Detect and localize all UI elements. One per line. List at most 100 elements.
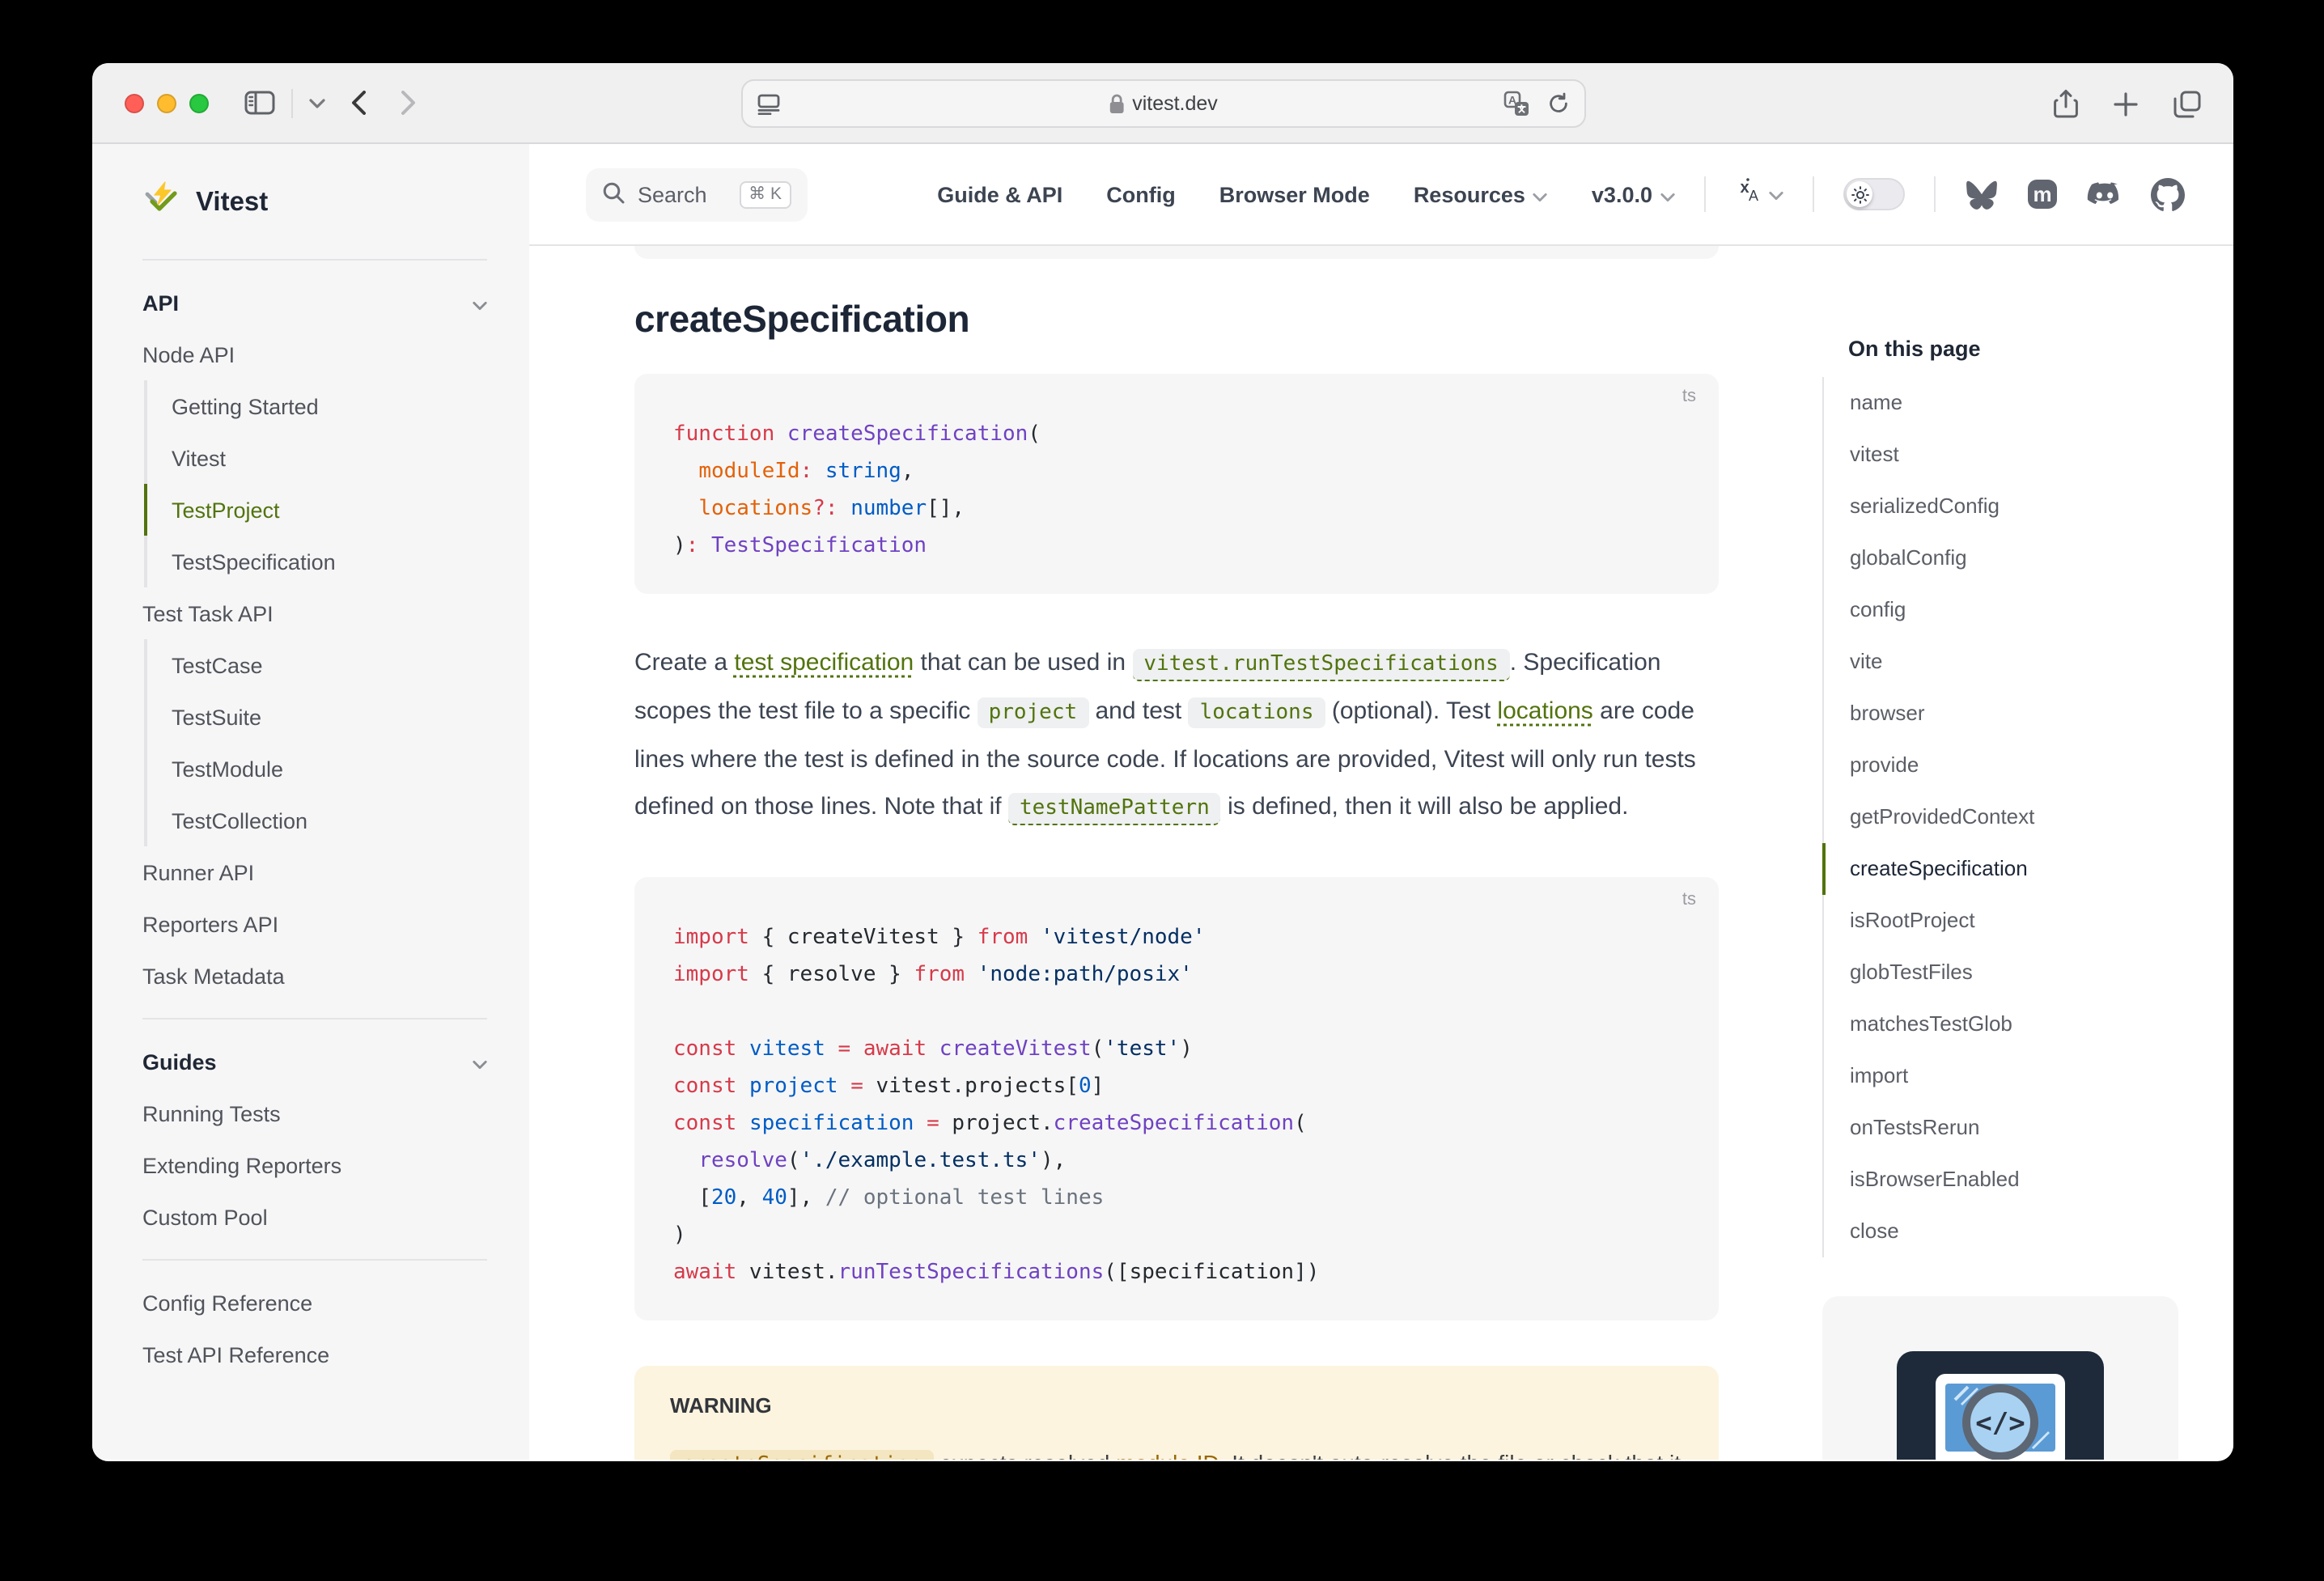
code-line: import { resolve } from 'node:path/posix… xyxy=(673,956,1680,994)
toc-item-import[interactable]: import xyxy=(1822,1050,2178,1102)
share-button[interactable] xyxy=(2054,89,2078,118)
toc-item-close[interactable]: close xyxy=(1822,1206,2178,1257)
link-locations[interactable]: locations xyxy=(1497,697,1592,725)
search-shortcut-badge: ⌘ K xyxy=(739,180,791,208)
toc-item-config[interactable]: config xyxy=(1822,584,2178,636)
nav-link-v3-0-0[interactable]: v3.0.0 xyxy=(1592,182,1675,206)
sidebar-item-guides[interactable]: Guides xyxy=(142,1036,487,1087)
link-module-id[interactable]: module ID xyxy=(1116,1450,1219,1460)
svg-text:x: x xyxy=(1740,179,1749,197)
mastodon-icon[interactable]: m xyxy=(2026,178,2059,210)
toc-item-matchestestglob[interactable]: matchesTestGlob xyxy=(1822,998,2178,1050)
sidebar-menu-chevron-icon[interactable] xyxy=(309,98,325,108)
sidebar-divider xyxy=(142,1259,487,1261)
sidebar-item-task-metadata[interactable]: Task Metadata xyxy=(142,950,487,1002)
svg-text:m: m xyxy=(2033,182,2051,206)
tab-overview-button[interactable] xyxy=(2173,90,2201,117)
bluesky-icon[interactable] xyxy=(1965,179,1999,210)
sponsor-card[interactable]: </> xyxy=(1822,1296,2178,1460)
sidebar-item-testmodule[interactable]: TestModule xyxy=(144,743,487,795)
code-line: locations?: number[], xyxy=(673,490,1680,528)
navbar-divider xyxy=(1934,176,1936,212)
toc-item-provide[interactable]: provide xyxy=(1822,740,2178,791)
close-window-button[interactable] xyxy=(125,93,144,112)
toc-item-browser[interactable]: browser xyxy=(1822,688,2178,740)
inline-code-createspecification: createSpecification xyxy=(670,1450,933,1460)
sidebar-item-test-api-reference[interactable]: Test API Reference xyxy=(142,1329,487,1380)
nav-link-label: v3.0.0 xyxy=(1592,182,1652,206)
sidebar-item-testcase[interactable]: TestCase xyxy=(144,639,487,691)
theme-toggle[interactable] xyxy=(1843,178,1905,210)
sidebar-item-vitest[interactable]: Vitest xyxy=(144,432,487,484)
sidebar-item-testsuite[interactable]: TestSuite xyxy=(144,691,487,743)
sidebar-item-label: Test API Reference xyxy=(142,1342,329,1367)
link-test-specification[interactable]: test specification xyxy=(734,649,914,676)
social-links: m xyxy=(1965,177,2185,211)
nav-link-resources[interactable]: Resources xyxy=(1414,182,1548,206)
forward-button[interactable] xyxy=(401,91,416,115)
sidebar-item-testcollection[interactable]: TestCollection xyxy=(144,795,487,846)
sidebar-item-label: Task Metadata xyxy=(142,964,285,988)
sidebar-item-reporters-api[interactable]: Reporters API xyxy=(142,898,487,950)
sidebar-item-test-task-api[interactable]: Test Task API xyxy=(142,587,487,639)
code-link-vitest-runtestspecifications[interactable]: vitest.runTestSpecifications xyxy=(1132,649,1509,681)
reader-options-icon[interactable] xyxy=(757,93,781,114)
toc-item-vitest[interactable]: vitest xyxy=(1822,429,2178,481)
code-line: const vitest = await createVitest('test'… xyxy=(673,1031,1680,1068)
sidebar-item-label: TestCollection xyxy=(172,808,307,833)
github-icon[interactable] xyxy=(2151,177,2185,211)
toc-item-ontestsrerun[interactable]: onTestsRerun xyxy=(1822,1102,2178,1154)
sidebar-toggle-button[interactable] xyxy=(244,91,275,115)
inline-code-locations: locations xyxy=(1189,697,1325,728)
sidebar-item-runner-api[interactable]: Runner API xyxy=(142,846,487,898)
nav-link-guide-api[interactable]: Guide & API xyxy=(937,182,1062,206)
discord-icon[interactable] xyxy=(2086,180,2123,208)
sidebar-item-label: Extending Reporters xyxy=(142,1153,341,1177)
sidebar-item-label: Running Tests xyxy=(142,1101,281,1125)
sidebar-item-node-api[interactable]: Node API xyxy=(142,328,487,380)
toc-item-serializedconfig[interactable]: serializedConfig xyxy=(1822,481,2178,532)
sidebar-item-running-tests[interactable]: Running Tests xyxy=(142,1087,487,1139)
zoom-window-button[interactable] xyxy=(189,93,209,112)
previous-code-block-remnant xyxy=(634,246,1719,259)
toc-item-name[interactable]: name xyxy=(1822,377,2178,429)
sidebar-item-testproject[interactable]: TestProject xyxy=(144,484,487,536)
code-link-testnamepattern[interactable]: testNamePattern xyxy=(1008,793,1221,825)
screenshot-stage: vitest.dev A xyxy=(0,0,2324,1581)
translate-page-icon[interactable]: A xyxy=(1503,91,1529,117)
sidebar-divider xyxy=(142,259,487,261)
svg-text:A: A xyxy=(1749,188,1758,204)
new-tab-button[interactable] xyxy=(2114,91,2138,116)
nav-link-browser-mode[interactable]: Browser Mode xyxy=(1219,182,1370,206)
search-button[interactable]: Search ⌘ K xyxy=(586,167,808,221)
toc-item-getprovidedcontext[interactable]: getProvidedContext xyxy=(1822,791,2178,843)
nav-links: Guide & API Config Browser Mode Resources v3… xyxy=(937,182,1675,206)
text-run: and test xyxy=(1088,697,1188,725)
sidebar-item-config-reference[interactable]: Config Reference xyxy=(142,1277,487,1329)
sidebar: Vitest APINode APIGetting StartedVitestT… xyxy=(92,144,529,1460)
on-this-page-panel: On this page namevitestserializedConfigg… xyxy=(1822,246,2178,1460)
toc-item-globtestfiles[interactable]: globTestFiles xyxy=(1822,947,2178,998)
sidebar-item-extending-reporters[interactable]: Extending Reporters xyxy=(142,1139,487,1191)
back-button[interactable] xyxy=(351,91,366,115)
sidebar-item-label: TestSpecification xyxy=(172,549,336,574)
toc-item-isrootproject[interactable]: isRootProject xyxy=(1822,895,2178,947)
navbar-divider xyxy=(1704,176,1706,212)
sidebar-item-label: Reporters API xyxy=(142,912,278,936)
nav-link-config[interactable]: Config xyxy=(1106,182,1176,206)
address-bar[interactable]: vitest.dev A xyxy=(740,79,1585,128)
reload-icon[interactable] xyxy=(1546,92,1569,115)
sidebar-item-custom-pool[interactable]: Custom Pool xyxy=(142,1191,487,1243)
toc-item-vite[interactable]: vite xyxy=(1822,636,2178,688)
sidebar-item-getting-started[interactable]: Getting Started xyxy=(144,380,487,432)
sidebar-item-testspecification[interactable]: TestSpecification xyxy=(144,536,487,587)
inline-code-project: project xyxy=(978,697,1089,728)
toc-item-createspecification[interactable]: createSpecification xyxy=(1822,843,2178,895)
toc-item-isbrowserenabled[interactable]: isBrowserEnabled xyxy=(1822,1154,2178,1206)
vitest-logo[interactable]: Vitest xyxy=(142,170,487,249)
sidebar-item-api[interactable]: API xyxy=(142,277,487,328)
toc-item-globalconfig[interactable]: globalConfig xyxy=(1822,532,2178,584)
language-menu-button[interactable]: xA xyxy=(1735,176,1783,212)
minimize-window-button[interactable] xyxy=(157,93,176,112)
sidebar-item-label: Test Task API xyxy=(142,601,274,625)
